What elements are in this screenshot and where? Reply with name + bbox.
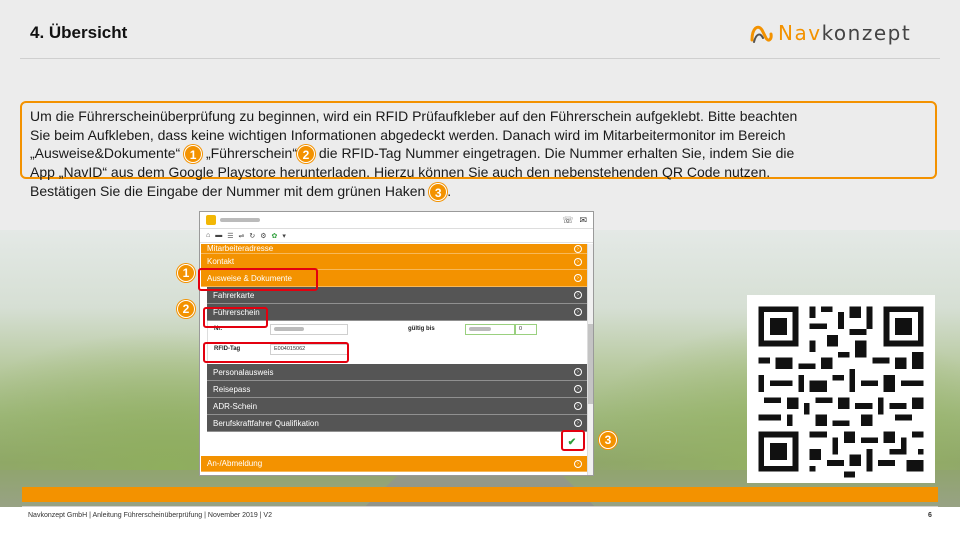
- callout-1: 1: [177, 264, 195, 282]
- intro-line-3b: „Führerschein“: [202, 145, 297, 161]
- refresh-icon[interactable]: ↻: [249, 232, 255, 240]
- intro-line-3a: „Ausweise&Dokumente“: [30, 145, 181, 161]
- footer-info: Navkonzept GmbH | Anleitung Führerschein…: [28, 512, 272, 519]
- title-divider: [20, 58, 940, 59]
- step-badge-3: 3: [429, 183, 448, 202]
- step-badge-2: 2: [296, 145, 315, 164]
- mail-icon[interactable]: ✉: [579, 215, 587, 226]
- phone-icon[interactable]: ☏: [562, 215, 573, 226]
- navkonzept-logo: Navkonzept: [748, 20, 911, 46]
- footer-accent-bar: [22, 487, 938, 502]
- qr-code-image: [747, 295, 935, 483]
- intro-line-2: Sie beim Aufkleben, dass keine wichtigen…: [30, 126, 786, 143]
- app-topbar: ☏ ✉: [200, 212, 593, 229]
- trash-icon[interactable]: ▾: [282, 232, 286, 240]
- page-title: 4. Übersicht: [30, 23, 128, 42]
- callout-2: 2: [177, 300, 195, 318]
- user-avatar: [206, 215, 216, 225]
- highlight-ausweise-dokumente: [198, 268, 318, 291]
- subsection-berufskraftfahrer[interactable]: Berufskraftfahrer Qualifikation ›: [207, 415, 588, 432]
- highlight-rfid-tag: [203, 342, 349, 363]
- expand-icon: ›: [574, 385, 582, 393]
- scrollbar[interactable]: [587, 244, 593, 475]
- blurred-user-name: [220, 218, 260, 222]
- intro-paragraph: Um die Führerscheinüberprüfung zu beginn…: [30, 107, 930, 202]
- subsection-adr-schein[interactable]: ADR-Schein ›: [207, 398, 588, 415]
- nr-input[interactable]: [270, 324, 348, 335]
- navkonzept-logo-icon: [750, 25, 773, 43]
- callout-3: 3: [599, 431, 617, 449]
- list-icon[interactable]: ☰: [227, 232, 233, 240]
- page-number: 6: [928, 512, 932, 519]
- app-toolbar: ⌂ ▬ ☰ ⇌ ↻ ⚙ ✿ ▾: [200, 229, 593, 243]
- intro-line-5: Bestätigen Sie die Eingabe der Nummer mi…: [30, 182, 426, 199]
- confirm-area: ✔: [207, 432, 588, 456]
- tools-icon[interactable]: ✿: [272, 232, 278, 240]
- collapse-icon: ›: [574, 274, 582, 282]
- home-icon[interactable]: ⌂: [206, 232, 210, 239]
- expand-icon: ›: [574, 368, 582, 376]
- expand-icon: ›: [574, 459, 582, 468]
- section-an-abmeldung[interactable]: An-/Abmeldung ›: [201, 456, 588, 472]
- highlight-check: [561, 430, 585, 451]
- expand-icon: ›: [574, 257, 582, 266]
- step-badge-1: 1: [184, 145, 203, 164]
- intro-line-4: App „NavID“ aus dem Google Playstore her…: [30, 164, 771, 181]
- gueltig-bis-label: gültig bis: [408, 326, 435, 332]
- footer-divider: [22, 506, 938, 507]
- highlight-fuehrerschein: [203, 307, 268, 328]
- subsection-reisepass[interactable]: Reisepass ›: [207, 381, 588, 398]
- expand-icon: ›: [574, 244, 582, 253]
- logo-text-nav: Nav: [778, 21, 822, 45]
- intro-line-3c: die RFID-Tag Nummer eingetragen. Die Num…: [314, 145, 795, 161]
- link-icon[interactable]: ⇌: [239, 232, 245, 240]
- collapse-icon: ›: [574, 308, 582, 316]
- card-icon[interactable]: ▬: [215, 232, 222, 239]
- section-mitarbeiteradresse[interactable]: Mitarbeiteradresse ›: [201, 244, 588, 254]
- expand-icon: ›: [574, 419, 582, 427]
- settings-icon[interactable]: ⚙: [260, 232, 266, 240]
- gueltig-bis-extra-input[interactable]: 0: [515, 324, 537, 335]
- subsection-personalausweis[interactable]: Personalausweis ›: [207, 364, 588, 381]
- qr-code[interactable]: [747, 295, 935, 483]
- intro-line-5-end: .: [447, 182, 452, 199]
- expand-icon: ›: [574, 291, 582, 299]
- scrollbar-thumb[interactable]: [588, 324, 593, 404]
- gueltig-bis-input[interactable]: [465, 324, 515, 335]
- logo-text-konzept: konzept: [821, 21, 912, 45]
- expand-icon: ›: [574, 402, 582, 410]
- intro-line-1: Um die Führerscheinüberprüfung zu beginn…: [30, 108, 798, 124]
